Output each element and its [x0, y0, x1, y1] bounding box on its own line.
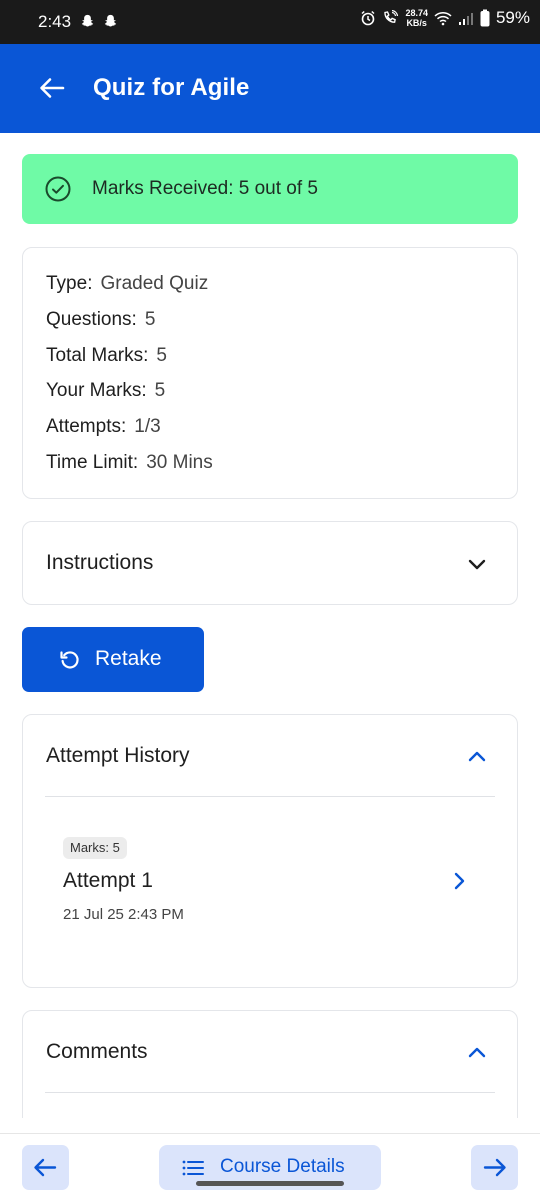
info-row-type: Type: Graded Quiz	[46, 273, 208, 295]
chevron-up-icon[interactable]	[466, 746, 488, 768]
attempt-date: 21 Jul 25 2:43 PM	[63, 906, 184, 923]
comments-accordion: Comments	[22, 1010, 518, 1118]
alarm-icon	[361, 10, 375, 26]
retake-icon	[60, 651, 79, 669]
info-label: Questions:	[46, 309, 137, 330]
chevron-right-icon[interactable]	[448, 870, 470, 892]
bottom-nav: Course Details	[0, 1133, 540, 1200]
page-title: Quiz for Agile	[93, 74, 250, 101]
wifi-icon	[434, 11, 452, 25]
comments-title: Comments	[46, 1040, 148, 1063]
info-row-time-limit: Time Limit: 30 Mins	[46, 452, 213, 474]
network-speed-unit: KB/s	[406, 18, 427, 28]
arrow-left-icon	[34, 1158, 57, 1177]
divider	[45, 1092, 495, 1093]
marks-badge: Marks: 5	[63, 837, 127, 859]
battery-icon	[480, 9, 490, 27]
retake-button[interactable]: Retake	[22, 627, 204, 692]
app-bar: Quiz for Agile	[0, 44, 540, 133]
check-circle-icon	[45, 176, 71, 202]
quiz-content[interactable]: Marks Received: 5 out of 5 Type: Graded Q…	[0, 133, 540, 1118]
info-row-total-marks: Total Marks: 5	[46, 345, 167, 367]
divider	[45, 796, 495, 797]
next-button[interactable]	[471, 1145, 518, 1190]
attempt-title: Attempt 1	[63, 869, 153, 892]
info-label: Total Marks:	[46, 345, 149, 366]
instructions-accordion[interactable]: Instructions	[22, 521, 518, 605]
info-label: Time Limit:	[46, 452, 139, 473]
info-value: 5	[154, 380, 166, 401]
chevron-down-icon[interactable]	[466, 553, 488, 575]
info-value: Graded Quiz	[100, 273, 209, 294]
arrow-left-icon	[40, 78, 65, 98]
snapchat-icon	[104, 14, 117, 27]
info-value: 30 Mins	[146, 452, 213, 473]
previous-button[interactable]	[22, 1145, 69, 1190]
attempt-history-accordion: Attempt History Marks: 5 Attempt 1 21 Ju…	[22, 714, 518, 988]
arrow-right-icon	[483, 1158, 506, 1177]
battery-percent: 59%	[495, 8, 530, 27]
info-value: 5	[156, 345, 167, 366]
status-time: 2:43	[38, 12, 72, 31]
network-speed: 28.74 KB/s	[405, 8, 428, 28]
marks-received-banner: Marks Received: 5 out of 5	[22, 154, 518, 224]
marks-received-text: Marks Received: 5 out of 5	[92, 178, 318, 199]
info-value: 1/3	[134, 416, 161, 437]
chevron-up-icon[interactable]	[466, 1042, 488, 1064]
snapchat-icon	[81, 14, 94, 27]
wifi-calling-icon	[384, 10, 399, 23]
list-icon	[182, 1160, 204, 1176]
info-label: Attempts:	[46, 416, 127, 437]
info-label: Type:	[46, 273, 93, 294]
status-bar: 2:43 28.74 KB/s 59%	[0, 0, 540, 44]
info-row-questions: Questions: 5	[46, 309, 155, 331]
instructions-title: Instructions	[46, 551, 154, 574]
course-details-label: Course Details	[220, 1156, 345, 1177]
info-label: Your Marks:	[46, 380, 147, 401]
home-indicator[interactable]	[196, 1181, 344, 1186]
network-speed-value: 28.74	[405, 8, 428, 18]
retake-label: Retake	[95, 647, 162, 670]
info-row-attempts: Attempts: 1/3	[46, 416, 161, 438]
signal-icon	[458, 12, 473, 25]
info-row-your-marks: Your Marks: 5	[46, 380, 165, 402]
attempt-history-title: Attempt History	[46, 744, 190, 767]
back-button[interactable]	[36, 70, 68, 106]
info-value: 5	[144, 309, 156, 330]
quiz-info-card: Type: Graded Quiz Questions: 5 Total Marks…	[22, 247, 518, 499]
